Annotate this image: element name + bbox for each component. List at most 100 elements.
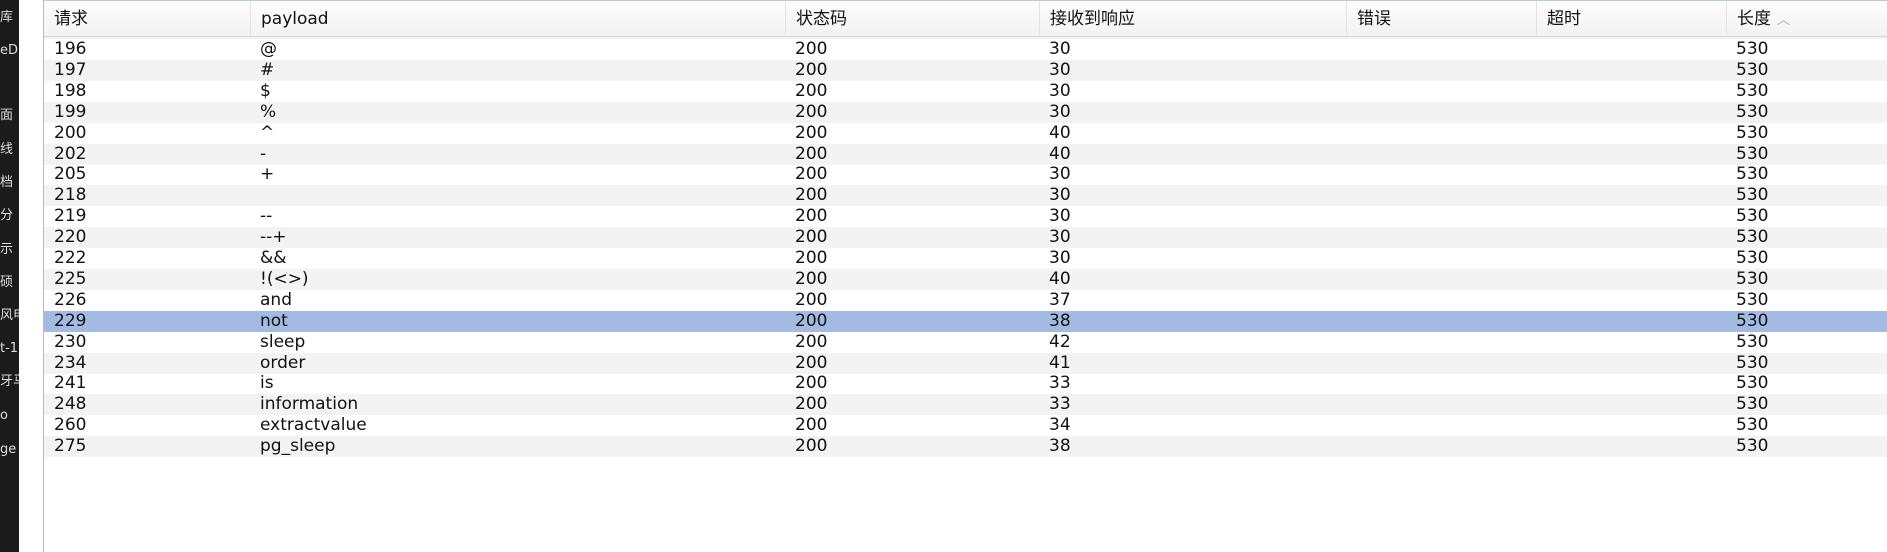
response-received-cell: 30 [1049,206,1071,227]
timeout-cell [1536,102,1726,123]
length-cell: 530 [1736,39,1769,59]
error-cell [1346,102,1536,123]
payload-cell: # [260,59,275,80]
payload-cell: extractvalue [260,415,367,436]
response-received-cell: 38 [1049,436,1071,457]
table-row[interactable]: 275 pg_sleep 200 38 530 [44,436,1887,458]
payload-cell: --+ [260,227,287,248]
table-row[interactable]: 202 - 200 40 530 [44,143,1887,165]
payload-cell: pg_sleep [260,436,336,457]
request-cell: 230 [54,331,87,352]
intruder-results-table[interactable]: 请求 payload 状态码 接收到响应 错误 超时 长度︿ 195~20030… [43,0,1887,552]
error-cell [1346,144,1536,165]
status-code-cell: 200 [795,164,828,185]
background-window-label: eD [0,43,19,58]
background-window-label: o [0,408,8,423]
length-cell: 530 [1736,352,1769,373]
table-row[interactable]: 205 +200 30 530 [44,164,1887,185]
status-code-cell: 200 [795,59,828,80]
response-received-cell: 30 [1049,227,1071,248]
length-cell: 530 [1736,268,1769,289]
column-header-response-received[interactable]: 接收到响应 [1039,1,1346,37]
payload-cell: -- [260,206,273,227]
timeout-cell [1536,164,1726,185]
error-cell [1346,248,1536,269]
table-row[interactable]: 230 sleep 200 42 530 [44,332,1887,353]
error-cell [1346,164,1536,185]
table-row[interactable]: 218 200 30 530 [44,185,1887,207]
request-cell: 222 [54,248,87,268]
table-row[interactable]: 260 extractvalue 200 34 530 [44,415,1887,436]
error-cell [1346,394,1536,415]
table-row[interactable]: 248 information 200 33 530 [44,394,1887,416]
request-cell: 229 [54,310,87,331]
status-code-cell: 200 [795,248,828,268]
request-cell: 219 [54,206,87,227]
length-cell: 530 [1736,122,1769,143]
error-cell [1346,436,1536,457]
response-received-cell: 42 [1049,331,1071,352]
table-row[interactable]: 200 ^ 200 40 530 [44,123,1887,144]
column-header-length[interactable]: 长度 ︿ [1726,1,1887,37]
request-cell: 199 [54,101,87,122]
error-cell [1346,185,1536,206]
payload-cell: sleep [260,331,306,352]
table-row[interactable]: 220 --+ 200 30 530 [44,227,1887,249]
request-cell: 225 [54,268,87,289]
request-cell: 241 [54,373,87,394]
status-code-cell: 200 [795,143,828,164]
table-row[interactable]: 225 !(<>) 200 40 530 [44,268,1887,290]
table-row[interactable]: 197 #200 30 530 [44,59,1887,81]
request-cell: 226 [54,289,87,310]
payload-cell: information [260,394,359,415]
response-received-cell: 34 [1049,415,1071,436]
request-cell: 197 [54,59,87,80]
table-row[interactable]: 234 order 200 41 530 [44,352,1887,374]
request-cell: 198 [54,80,87,101]
response-received-cell: 30 [1049,59,1071,80]
column-header-status-code[interactable]: 状态码 [785,1,1039,37]
column-header-payload[interactable]: payload [250,1,785,37]
table-row[interactable]: 198 $200 30 530 [44,81,1887,102]
table-row[interactable]: 226 and 200 37 530 [44,290,1887,311]
error-cell [1346,227,1536,248]
request-cell: 218 [54,185,87,206]
response-received-cell: 33 [1049,373,1071,394]
column-header-request[interactable]: 请求 [44,1,250,37]
length-cell: 530 [1736,80,1769,101]
column-header-label: 状态码 [796,9,847,29]
table-row[interactable]: 222 && 200 30 530 [44,248,1887,269]
table-row[interactable]: 241 is 200 33 530 [44,373,1887,394]
column-header-timeout[interactable]: 超时 [1536,1,1726,37]
background-window-label: 线 [0,142,14,157]
payload-cell: is [260,373,274,394]
error-cell [1346,415,1536,436]
table-row[interactable]: 196 @200 30 530 [44,39,1887,60]
request-cell: 200 [54,122,87,143]
timeout-cell [1536,394,1726,415]
status-code-cell: 200 [795,289,828,310]
timeout-cell [1536,415,1726,436]
table-row[interactable]: 219 -- 200 30 530 [44,206,1887,227]
status-code-cell: 200 [795,185,828,206]
table-row[interactable]: 199% 200 30 530 [44,101,1887,123]
background-window-label: 牙马 [0,374,19,389]
length-cell: 530 [1736,59,1769,80]
length-cell: 530 [1736,143,1769,164]
timeout-cell [1536,185,1726,206]
error-cell [1346,332,1536,353]
response-received-cell: 30 [1049,80,1071,101]
error-cell [1346,290,1536,311]
timeout-cell [1536,311,1726,332]
length-cell: 530 [1736,331,1769,352]
table-row[interactable]: 229 not 200 38 530 [44,310,1887,332]
response-received-cell: 38 [1049,310,1071,331]
background-window-label: 库 [0,10,14,25]
length-cell: 530 [1736,436,1769,457]
status-code-cell: 200 [795,415,828,436]
column-header-error[interactable]: 错误 [1346,1,1536,37]
timeout-cell [1536,290,1726,311]
error-cell [1346,123,1536,144]
timeout-cell [1536,123,1726,144]
sort-ascending-icon: ︿ [1777,13,1791,28]
